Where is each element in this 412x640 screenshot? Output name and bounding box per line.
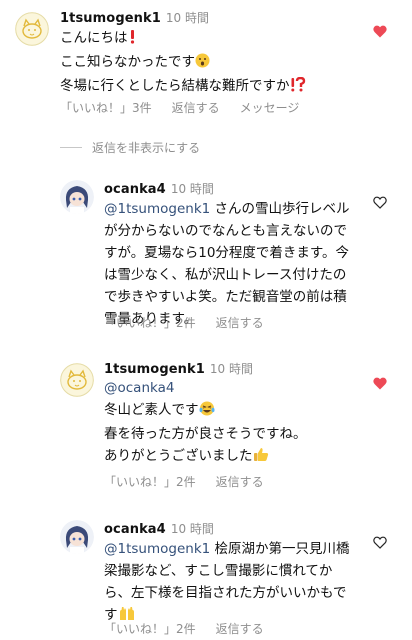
avatar[interactable]	[60, 363, 94, 397]
heart-liked-icon[interactable]	[373, 375, 387, 390]
comment-2: ocanka4 10 時間 @1tsumogenk1 さんの雪山歩行レベルが分から…	[0, 170, 412, 340]
comment-body: @1tsumogenk1 さんの雪山歩行レベルが分からないのでなんとも言えないの…	[104, 198, 354, 330]
likes-count-link[interactable]: 「いいね！」3件	[60, 99, 152, 116]
likes-count-link[interactable]: 「いいね！」2件	[104, 473, 196, 490]
comment-meta: 「いいね！」2件 返信する	[104, 620, 264, 637]
mention-link[interactable]: @1tsumogenk1	[104, 201, 210, 217]
comment-meta: 「いいね！」2件 返信する	[104, 473, 264, 490]
reply-button[interactable]: 返信する	[216, 314, 264, 331]
surprised-face-icon	[195, 53, 210, 75]
heart-liked-icon[interactable]	[373, 23, 387, 38]
comment-line: 冬山ど素人です	[104, 402, 199, 418]
anime-avatar-icon	[60, 180, 94, 214]
mention-link[interactable]: @1tsumogenk1	[104, 541, 210, 557]
comment-text: さんの雪山歩行レベルが分からないのでなんとも言えないのですが。夏場なら10分程度…	[104, 201, 350, 327]
comment-line: 春を待った方が良さそうですね。	[104, 426, 307, 442]
reply-button[interactable]: 返信する	[216, 473, 264, 490]
hide-replies-button[interactable]: 返信を非表示にする	[92, 139, 200, 156]
anime-avatar-icon	[60, 520, 94, 554]
comment-line: ありがとうございました	[104, 448, 253, 464]
comment-username[interactable]: ocanka4	[104, 522, 166, 537]
comment-1: 1tsumogenk1 10 時間 こんにちは ここ知らなかったです 冬場に行くと…	[0, 0, 412, 120]
comment-meta: 「いいね！」2件 返信する	[104, 314, 264, 331]
comment-body: @ocanka4 冬山ど素人です 春を待った方が良さそうですね。 ありがとうござ…	[104, 377, 354, 469]
cat-avatar-icon	[60, 363, 94, 397]
comment-3: 1tsumogenk1 10 時間 @ocanka4 冬山ど素人です 春を待った方…	[0, 355, 412, 495]
comment-line: 冬場に行くとしたら結構な難所ですか	[60, 78, 290, 94]
heart-outline-icon[interactable]	[373, 534, 387, 549]
likes-count-link[interactable]: 「いいね！」2件	[104, 314, 196, 331]
comment-line: こんにちは	[60, 30, 128, 46]
avatar[interactable]	[60, 520, 94, 554]
comment-time: 10 時間	[165, 11, 209, 25]
avatar[interactable]	[15, 12, 49, 46]
laughing-face-icon	[199, 401, 215, 423]
comment-line: ここ知らなかったです	[60, 54, 195, 70]
comment-time: 10 時間	[209, 362, 253, 376]
comment-meta: 「いいね！」3件 返信する メッセージ	[60, 99, 299, 116]
comment-body: こんにちは ここ知らなかったです 冬場に行くとしたら結構な難所ですか	[60, 27, 360, 99]
comment-username[interactable]: ocanka4	[104, 182, 166, 197]
heart-outline-icon[interactable]	[373, 194, 387, 209]
comment-time: 10 時間	[170, 522, 214, 536]
exclamation-question-icon	[290, 76, 306, 99]
exclamation-icon	[128, 29, 137, 51]
reply-button[interactable]: 返信する	[216, 620, 264, 637]
mention-link[interactable]: @ocanka4	[104, 377, 354, 399]
comment-username[interactable]: 1tsumogenk1	[104, 362, 205, 377]
replies-divider	[60, 147, 82, 148]
reply-button[interactable]: 返信する	[172, 99, 220, 116]
thumbs-up-icon	[253, 447, 269, 469]
cat-avatar-icon	[15, 12, 49, 46]
comment-body: @1tsumogenk1 桧原湖か第一只見川橋梁撮影など、すこし雪撮影に慣れてか…	[104, 538, 354, 628]
comment-username[interactable]: 1tsumogenk1	[60, 11, 161, 26]
message-button[interactable]: メッセージ	[240, 99, 300, 116]
avatar[interactable]	[60, 180, 94, 214]
likes-count-link[interactable]: 「いいね！」2件	[104, 620, 196, 637]
comment-time: 10 時間	[170, 182, 214, 196]
comment-4: ocanka4 10 時間 @1tsumogenk1 桧原湖か第一只見川橋梁撮影な…	[0, 512, 412, 640]
